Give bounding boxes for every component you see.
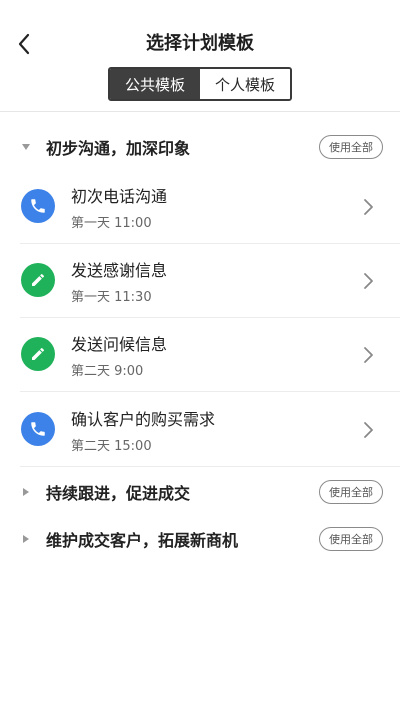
item-title: 发送感谢信息	[71, 261, 168, 280]
item-title: 发送问候信息	[71, 335, 168, 354]
group-title: 持续跟进，促进成交	[46, 484, 191, 503]
list-item[interactable]: 确认客户的购买需求 第二天 15:00	[20, 393, 400, 467]
chevron-right-icon	[364, 347, 373, 363]
item-title: 确认客户的购买需求	[71, 410, 216, 429]
item-time: 第一天 11:00	[71, 216, 152, 231]
use-all-button[interactable]: 使用全部	[319, 480, 383, 504]
use-all-button[interactable]: 使用全部	[319, 527, 383, 551]
use-all-button[interactable]: 使用全部	[319, 135, 383, 159]
header: 选择计划模板 公共模板 个人模板	[0, 0, 400, 112]
group-header-2[interactable]: 持续跟进，促进成交 使用全部	[0, 470, 400, 514]
phone-icon	[21, 412, 55, 446]
group-header-3[interactable]: 维护成交客户，拓展新商机 使用全部	[0, 517, 400, 561]
caret-down-icon	[20, 141, 32, 153]
page-title: 选择计划模板	[146, 33, 254, 54]
template-tabs: 公共模板 个人模板	[108, 67, 292, 101]
chevron-right-icon	[364, 422, 373, 438]
item-time: 第一天 11:30	[71, 290, 152, 305]
list-item[interactable]: 初次电话沟通 第一天 11:00	[20, 170, 400, 244]
item-title: 初次电话沟通	[71, 187, 168, 206]
chevron-right-icon	[364, 199, 373, 215]
tab-personal-templates[interactable]: 个人模板	[200, 69, 290, 99]
group-header-1[interactable]: 初步沟通，加深印象 使用全部	[0, 125, 400, 169]
group-title: 维护成交客户，拓展新商机	[46, 531, 239, 550]
list-item[interactable]: 发送感谢信息 第一天 11:30	[20, 244, 400, 318]
caret-right-icon	[20, 533, 32, 545]
item-time: 第二天 9:00	[71, 364, 144, 379]
pencil-icon	[21, 337, 55, 371]
item-time: 第二天 15:00	[71, 439, 152, 454]
phone-icon	[21, 189, 55, 223]
tab-public-templates[interactable]: 公共模板	[110, 69, 200, 99]
list-item[interactable]: 发送问候信息 第二天 9:00	[20, 318, 400, 392]
chevron-right-icon	[364, 273, 373, 289]
caret-right-icon	[20, 486, 32, 498]
group-title: 初步沟通，加深印象	[46, 139, 191, 158]
pencil-icon	[21, 263, 55, 297]
